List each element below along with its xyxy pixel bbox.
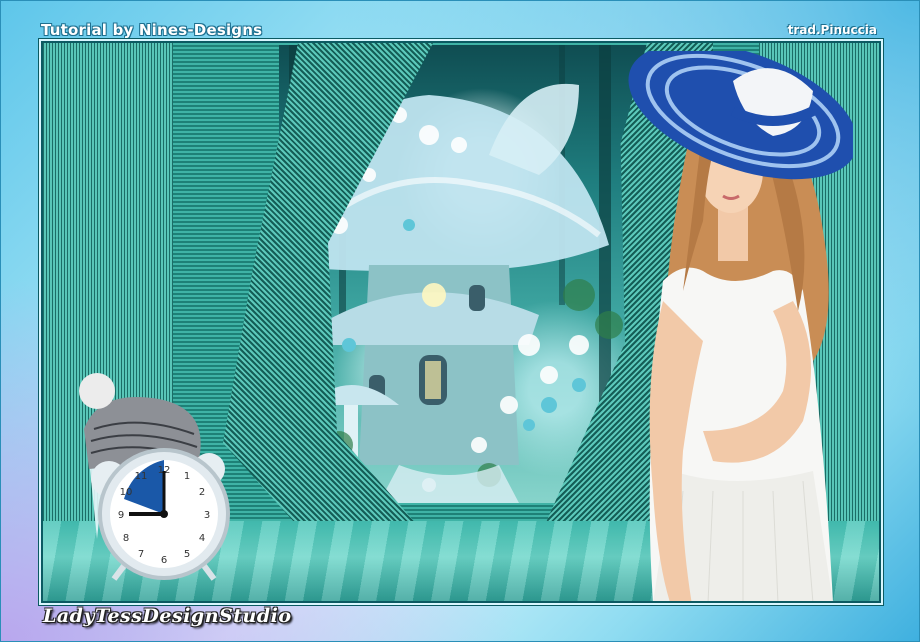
clock-numeral: 9 <box>118 510 124 521</box>
clock-numeral: 10 <box>120 487 133 498</box>
clock-numeral: 6 <box>161 555 167 566</box>
clock-numeral: 2 <box>199 487 205 498</box>
clock-numeral: 11 <box>135 471 148 482</box>
clock-numeral: 7 <box>138 549 144 560</box>
background-frame: Tutorial by Nines-Designs trad.Pinuccia <box>0 0 920 642</box>
artist-signature: LadyTessDesignStudio <box>43 605 292 627</box>
tutorial-credit: Tutorial by Nines-Designs <box>41 21 263 39</box>
clock-numeral: 1 <box>184 471 190 482</box>
woman-with-blue-hat <box>628 51 853 601</box>
clock-numeral: 4 <box>199 533 205 544</box>
artwork-panel: 12 1 2 3 4 5 6 7 8 9 10 11 <box>41 41 881 603</box>
clock-numeral: 3 <box>204 510 210 521</box>
clock-icon: 12 1 2 3 4 5 6 7 8 9 10 11 <box>79 373 230 581</box>
clock-numeral: 8 <box>123 533 129 544</box>
clock-numeral: 5 <box>184 549 190 560</box>
translator-credit: trad.Pinuccia <box>787 23 877 37</box>
